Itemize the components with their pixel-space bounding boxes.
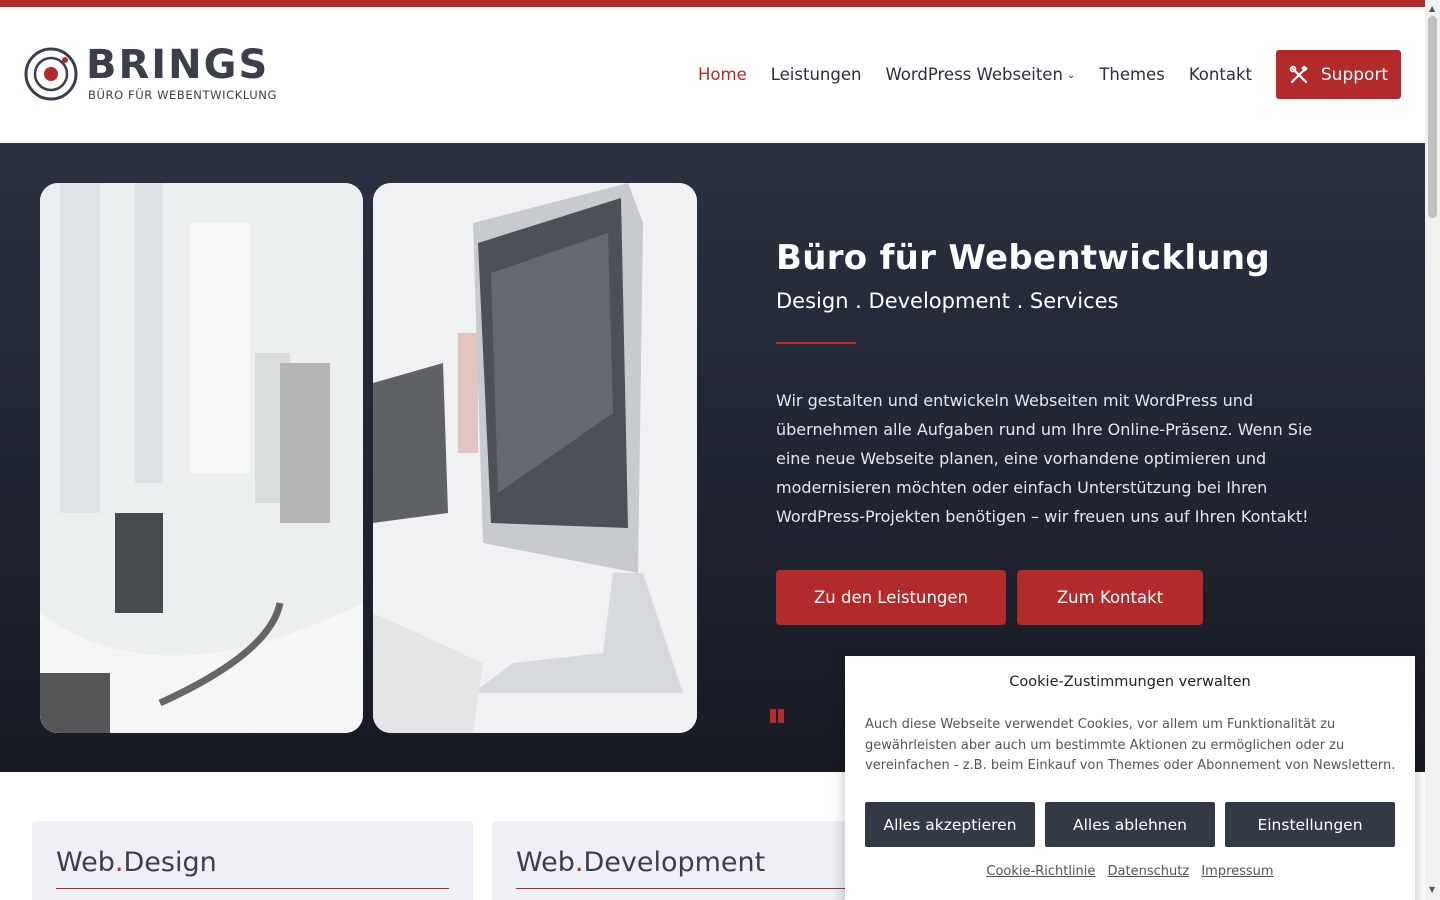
cookie-policy-link[interactable]: Cookie-Richtlinie xyxy=(986,864,1095,879)
accept-all-button[interactable]: Alles akzeptieren xyxy=(865,802,1035,847)
page-scrollbar[interactable]: ▲ ▼ xyxy=(1425,0,1440,900)
site-header: BRINGS BÜRO FÜR WEBENTWICKLUNG Home Leis… xyxy=(0,7,1425,142)
card-title-suffix: Design xyxy=(123,847,217,878)
nav-item-wordpress-webseiten[interactable]: WordPress Webseiten ⌄ xyxy=(885,65,1075,84)
cookie-links: Cookie-Richtlinie Datenschutz Impressum xyxy=(845,864,1415,879)
hero-subtitle: Design . Development . Services xyxy=(776,289,1119,313)
card-title-prefix: Web xyxy=(516,847,575,878)
reject-all-button[interactable]: Alles ablehnen xyxy=(1045,802,1215,847)
cookie-title: Cookie-Zustimmungen verwalten xyxy=(1009,674,1251,690)
card-title-prefix: Web xyxy=(56,847,115,878)
contact-button[interactable]: Zum Kontakt xyxy=(1017,570,1203,625)
nav-item-home[interactable]: Home xyxy=(698,65,747,84)
cookie-settings-button[interactable]: Einstellungen xyxy=(1225,802,1395,847)
imprint-link[interactable]: Impressum xyxy=(1201,864,1273,879)
nav-item-label: Themes xyxy=(1099,64,1165,84)
chevron-down-icon: ⌄ xyxy=(1066,69,1076,81)
scroll-down-icon[interactable]: ▼ xyxy=(1429,885,1435,894)
hero-description: Wir gestalten und entwickeln Webseiten m… xyxy=(776,391,1313,526)
card-title: Web.Development xyxy=(516,847,765,878)
cookie-consent-banner: Cookie-Zustimmungen verwalten Auch diese… xyxy=(845,656,1415,900)
cookie-text: Auch diese Webseite verwendet Cookies, v… xyxy=(865,717,1396,773)
hero-image-computers xyxy=(373,183,697,733)
hero-image-office xyxy=(40,183,363,733)
card-divider xyxy=(56,888,449,889)
nav-item-label: Kontakt xyxy=(1188,64,1252,84)
main-nav: Home Leistungen WordPress Webseiten ⌄ The… xyxy=(698,62,1276,86)
site-logo[interactable]: BRINGS BÜRO FÜR WEBENTWICKLUNG xyxy=(22,42,276,105)
scroll-up-icon[interactable]: ▲ xyxy=(1429,4,1435,13)
support-button-label: Support xyxy=(1320,64,1389,85)
logo-tagline: BÜRO FÜR WEBENTWICKLUNG xyxy=(88,88,278,102)
card-title-suffix: Development xyxy=(583,847,766,878)
nav-item-label: Home xyxy=(698,64,747,84)
services-button[interactable]: Zu den Leistungen xyxy=(776,570,1006,625)
nav-item-leistungen[interactable]: Leistungen xyxy=(771,65,862,84)
pause-icon[interactable] xyxy=(769,708,785,724)
privacy-link[interactable]: Datenschutz xyxy=(1108,864,1190,879)
logo-target-icon xyxy=(24,47,78,101)
tools-icon xyxy=(1289,64,1308,83)
scroll-thumb[interactable] xyxy=(1428,16,1437,218)
nav-item-label: WordPress Webseiten xyxy=(885,64,1063,84)
card-title: Web.Design xyxy=(56,847,217,878)
service-card-webdesign: Web.Design xyxy=(32,821,473,900)
support-button[interactable]: Support xyxy=(1276,50,1401,99)
top-accent-bar xyxy=(0,0,1425,7)
nav-item-themes[interactable]: Themes xyxy=(1099,65,1165,84)
hero-title: Büro für Webentwicklung xyxy=(776,238,1271,278)
logo-name: BRINGS xyxy=(86,42,270,88)
nav-item-label: Leistungen xyxy=(770,64,862,84)
nav-item-kontakt[interactable]: Kontakt xyxy=(1189,65,1252,84)
hero-divider xyxy=(776,342,856,344)
